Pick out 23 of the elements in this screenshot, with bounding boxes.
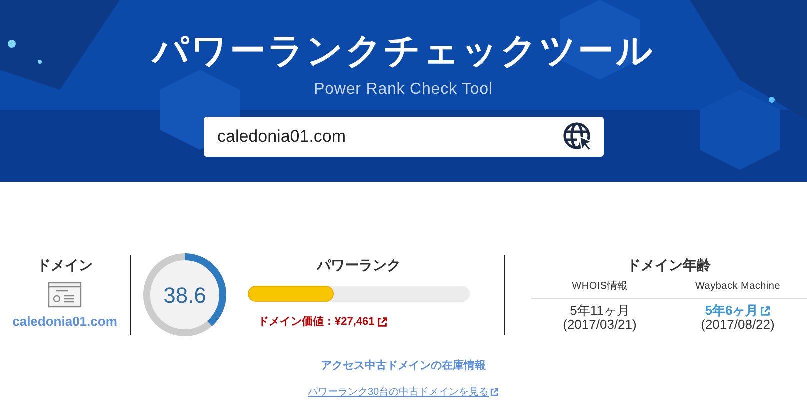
column-header: WHOIS情報	[572, 280, 628, 294]
age-link[interactable]: 5年6ヶ月	[705, 304, 771, 318]
stock-title: アクセス中古ドメインの在庫情報	[321, 358, 486, 374]
column-header: Wayback Machine	[695, 280, 781, 294]
stock-link[interactable]: パワーランク30台の中古ドメインを見る	[308, 384, 500, 400]
age-date: (2017/03/21)	[563, 318, 637, 332]
external-link-icon	[376, 316, 388, 328]
page-subtitle: Power Rank Check Tool	[314, 80, 493, 100]
external-link-icon	[490, 388, 500, 396]
age-value: 5年11ヶ月	[570, 304, 630, 318]
external-link-icon	[760, 306, 771, 316]
browser-window-icon	[48, 282, 82, 308]
age-date: (2017/08/22)	[701, 318, 775, 332]
score-value: 38.6	[162, 282, 208, 310]
domain-heading: ドメイン	[37, 256, 93, 275]
domain-link[interactable]: caledonia01.com	[12, 312, 118, 332]
power-rank-heading: パワーランク	[316, 256, 402, 275]
domain-value-label: ドメイン価値：	[258, 315, 335, 330]
page-title: パワーランクチェックツール	[152, 29, 655, 73]
search-field[interactable]: caledonia01.com	[204, 117, 604, 157]
domain-value-link[interactable]: ¥27,461	[335, 314, 388, 330]
domain-age-heading: ドメイン年齢	[626, 256, 712, 275]
globe-cursor-icon[interactable]	[562, 121, 594, 153]
